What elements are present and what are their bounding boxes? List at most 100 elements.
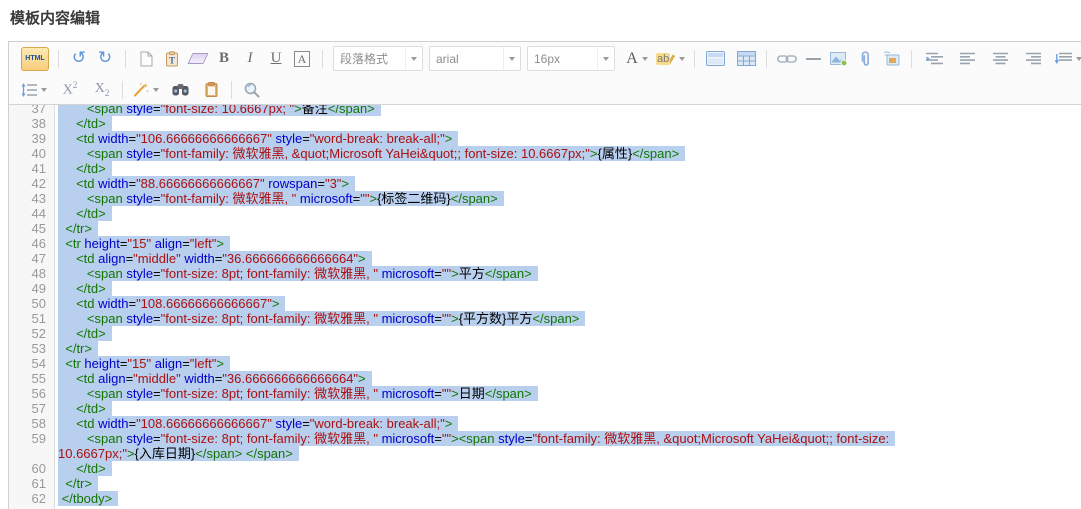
- horizontal-rule-button[interactable]: [802, 48, 824, 70]
- code-line[interactable]: 60 </td>: [9, 461, 1081, 476]
- line-number: 58: [9, 416, 55, 431]
- line-number: 59: [9, 431, 55, 446]
- search-replace-button[interactable]: [169, 79, 191, 101]
- code-line[interactable]: 53 </tr>: [9, 341, 1081, 356]
- selected-text: <tr height="15" align="left">: [58, 236, 230, 251]
- chevron-down-icon: [642, 57, 648, 61]
- fore-color-button[interactable]: A: [626, 48, 648, 70]
- code-line[interactable]: 61 </tr>: [9, 476, 1081, 491]
- align-left-button[interactable]: [956, 48, 978, 70]
- align-right-button[interactable]: [1022, 48, 1044, 70]
- code-line[interactable]: 40 <span style="font-family: 微软雅黑, &quot…: [9, 146, 1081, 161]
- indent-button[interactable]: [923, 48, 945, 70]
- code-editor[interactable]: 37 <span style="font-size: 10.6667px; ">…: [9, 105, 1081, 509]
- insert-table-button[interactable]: [704, 48, 726, 70]
- new-document-button[interactable]: [135, 48, 157, 70]
- code-line[interactable]: 49 </td>: [9, 281, 1081, 296]
- line-content: </td>: [55, 326, 112, 341]
- code-line[interactable]: 56 <span style="font-size: 8pt; font-fam…: [9, 386, 1081, 401]
- code-line[interactable]: 42 <td width="88.66666666666667" rowspan…: [9, 176, 1081, 191]
- code-line[interactable]: 43 <span style="font-family: 微软雅黑, " mic…: [9, 191, 1081, 206]
- code-line[interactable]: 54 <tr height="15" align="left">: [9, 356, 1081, 371]
- paste-text-button[interactable]: T: [161, 48, 183, 70]
- paragraph-format-select[interactable]: 段落格式: [333, 46, 423, 71]
- line-content: <td align="middle" width="36.66666666666…: [55, 371, 372, 386]
- paste-button[interactable]: [200, 79, 222, 101]
- code-line[interactable]: 58 <td width="108.66666666666667" style=…: [9, 416, 1081, 431]
- table-grid-button[interactable]: [735, 48, 757, 70]
- code-line[interactable]: 39 <td width="106.66666666666667" style=…: [9, 131, 1081, 146]
- chevron-down-icon: [405, 47, 422, 70]
- code-line[interactable]: 57 </td>: [9, 401, 1081, 416]
- paperclip-icon: [859, 51, 871, 67]
- line-number: 62: [9, 491, 55, 506]
- image-button[interactable]: [828, 48, 850, 70]
- font-size-select[interactable]: 16px: [527, 46, 615, 71]
- html-source-button[interactable]: HTML: [21, 47, 49, 71]
- fore-color-icon: A: [626, 50, 638, 68]
- font-border-button[interactable]: A: [291, 48, 313, 70]
- code-line[interactable]: 55 <td align="middle" width="36.66666666…: [9, 371, 1081, 386]
- preview-button[interactable]: [241, 79, 263, 101]
- subscript-button[interactable]: X2: [91, 79, 113, 101]
- code-line[interactable]: 10.6667px;">{入库日期}</span> </span>: [9, 446, 1081, 461]
- code-line[interactable]: 51 <span style="font-size: 8pt; font-fam…: [9, 311, 1081, 326]
- chevron-down-icon: [597, 47, 614, 70]
- selected-text: </td>: [58, 401, 112, 416]
- bold-button[interactable]: B: [213, 48, 235, 70]
- line-number: 51: [9, 311, 55, 326]
- toolbar-separator: [125, 50, 126, 68]
- toolbar-separator: [122, 81, 123, 99]
- magic-wand-icon: [132, 82, 149, 97]
- code-line[interactable]: 47 <td align="middle" width="36.66666666…: [9, 251, 1081, 266]
- code-line[interactable]: 48 <span style="font-size: 8pt; font-fam…: [9, 266, 1081, 281]
- code-line[interactable]: 52 </td>: [9, 326, 1081, 341]
- selected-text: 10.6667px;">{入库日期}</span> </span>: [58, 446, 299, 461]
- line-number: 39: [9, 131, 55, 146]
- link-button[interactable]: [776, 48, 798, 70]
- line-content: <td width="106.66666666666667" style="wo…: [55, 131, 458, 146]
- line-number: 46: [9, 236, 55, 251]
- line-number: 47: [9, 251, 55, 266]
- font-box-icon: A: [294, 51, 311, 67]
- link-icon: [777, 54, 797, 64]
- code-line[interactable]: 62 </tbody>: [9, 491, 1081, 506]
- chevron-down-icon: [153, 88, 159, 92]
- code-line[interactable]: 46 <tr height="15" align="left">: [9, 236, 1081, 251]
- line-height-button[interactable]: [21, 79, 47, 101]
- code-line[interactable]: 38 </td>: [9, 116, 1081, 131]
- line-spacing-button[interactable]: [1055, 48, 1081, 70]
- code-line[interactable]: 45 </tr>: [9, 221, 1081, 236]
- line-content: <td width="108.66666666666667">: [55, 296, 285, 311]
- code-rows: 37 <span style="font-size: 10.6667px; ">…: [9, 105, 1081, 506]
- selected-text: <td align="middle" width="36.66666666666…: [58, 371, 372, 386]
- remove-format-button[interactable]: [187, 48, 209, 70]
- media-button[interactable]: [880, 48, 902, 70]
- line-number: 54: [9, 356, 55, 371]
- font-family-select[interactable]: arial: [429, 46, 521, 71]
- auto-typeset-button[interactable]: [132, 79, 159, 101]
- undo-button[interactable]: ↺: [68, 48, 90, 70]
- line-number: 57: [9, 401, 55, 416]
- selected-text: <td width="108.66666666666667" style="wo…: [58, 416, 458, 431]
- line-number: 40: [9, 146, 55, 161]
- redo-button[interactable]: ↻: [94, 48, 116, 70]
- toolbar-row-2: X2 X2: [9, 75, 1081, 104]
- align-center-button[interactable]: [989, 48, 1011, 70]
- selected-text: </td>: [58, 461, 112, 476]
- attachment-button[interactable]: [854, 48, 876, 70]
- bold-icon: B: [219, 50, 229, 67]
- selected-text: <span style="font-size: 8pt; font-family…: [58, 386, 538, 401]
- code-line[interactable]: 50 <td width="108.66666666666667">: [9, 296, 1081, 311]
- line-number: 48: [9, 266, 55, 281]
- code-line[interactable]: 59 <span style="font-size: 8pt; font-fam…: [9, 431, 1081, 446]
- code-line[interactable]: 44 </td>: [9, 206, 1081, 221]
- line-number: 41: [9, 161, 55, 176]
- superscript-button[interactable]: X2: [59, 79, 81, 101]
- code-line[interactable]: 37 <span style="font-size: 10.6667px; ">…: [9, 105, 1081, 116]
- code-line[interactable]: 41 </td>: [9, 161, 1081, 176]
- back-color-button[interactable]: ab: [656, 48, 685, 70]
- line-number: 61: [9, 476, 55, 491]
- italic-button[interactable]: I: [239, 48, 261, 70]
- underline-button[interactable]: U: [265, 48, 287, 70]
